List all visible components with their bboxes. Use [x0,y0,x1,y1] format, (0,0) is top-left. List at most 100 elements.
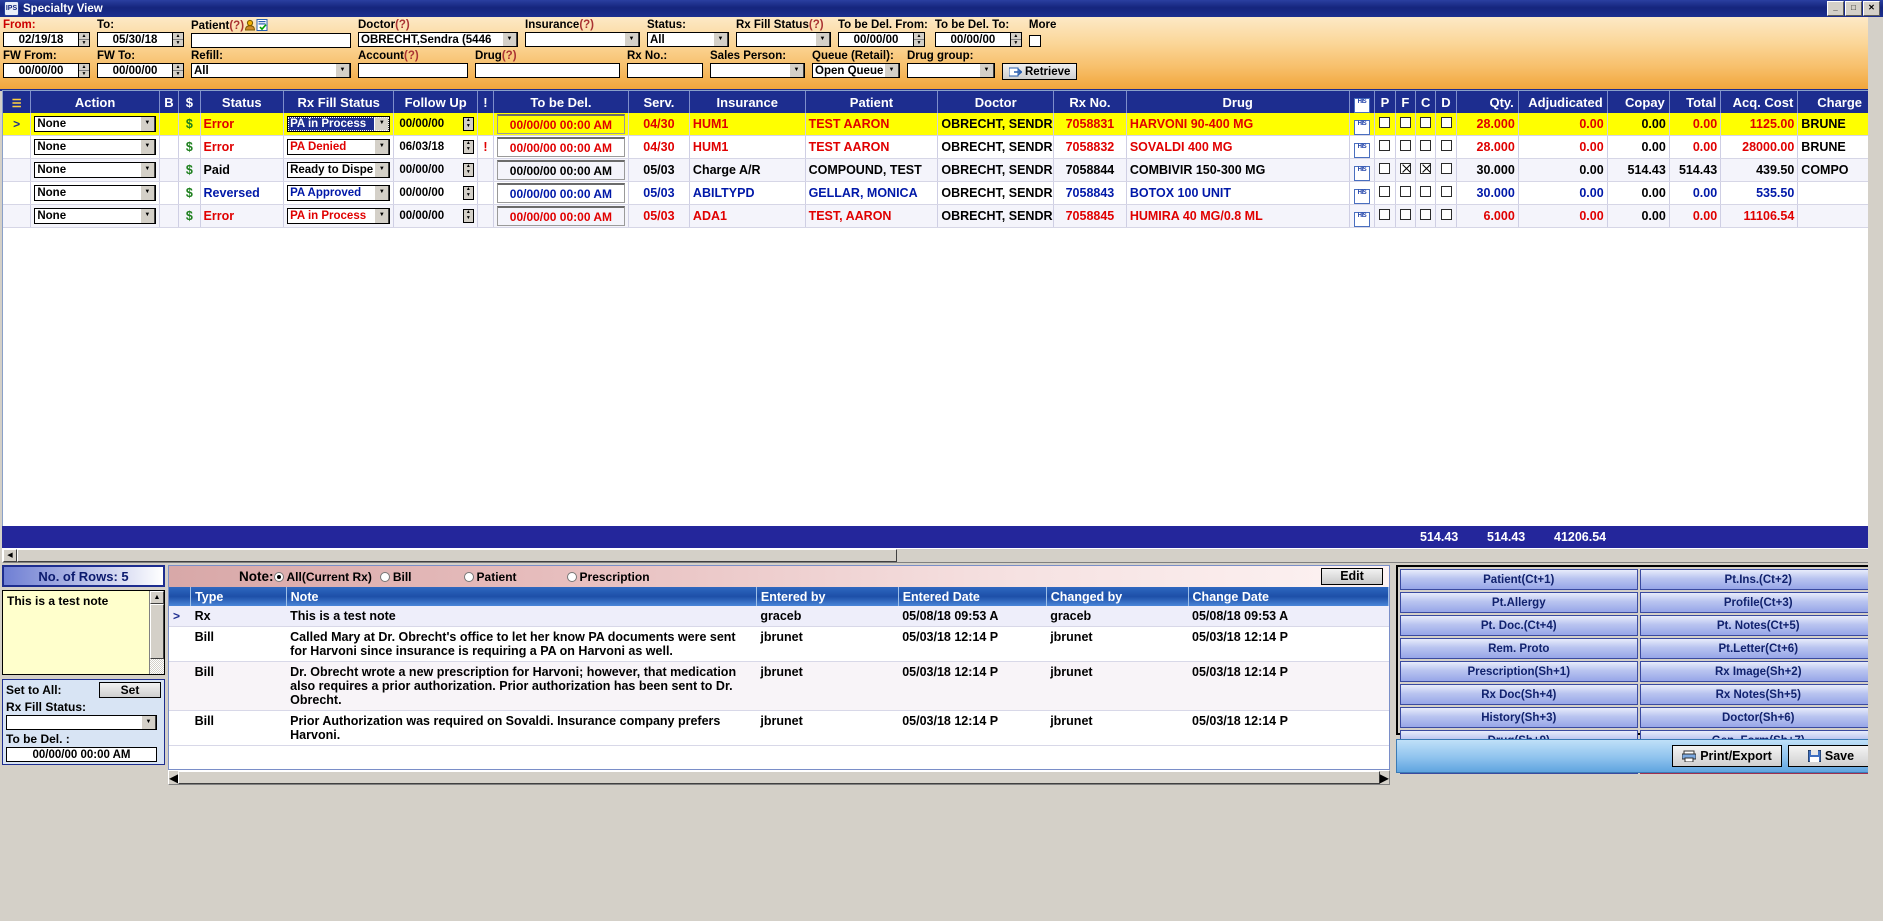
c-cell[interactable] [1415,135,1437,159]
column-header-adjudicated[interactable]: Adjudicated [1518,91,1608,113]
to-be-del-cell[interactable]: 00/00/00 00:00 AM [493,181,629,205]
function-button-patient-ct-1[interactable]: Patient(Ct+1) [1400,569,1638,590]
dollar-icon[interactable]: $ [186,117,193,131]
person-icon[interactable] [244,19,256,31]
c-cell[interactable] [1415,204,1437,228]
column-header-b[interactable]: B [159,91,180,113]
function-button-panel[interactable]: Patient(Ct+1) Pt.Ins.(Ct+2) Pt.Allergy Prof… [1396,565,1881,774]
follow-up-spinner[interactable]: 06/03/18 ▲ ▼ [397,139,474,155]
dollar-icon[interactable]: $ [186,163,193,177]
filter-control[interactable]: 00/00/00 ▲ ▼ [3,63,90,78]
combo-input[interactable]: All ▼ [191,63,351,78]
minimize-button[interactable]: _ [1827,1,1844,16]
p-checkbox[interactable] [1379,140,1391,151]
c-checkbox[interactable] [1420,163,1432,174]
filter-control[interactable]: 00/00/00 ▲ ▼ [97,63,184,78]
table-row[interactable]: > None ▼ $ Error PA in Process ▼ 00/00/00 ▲ ▼ 00/0… [3,113,1880,136]
chevron-down-icon[interactable]: ▼ [139,163,155,177]
help-icon[interactable]: (?) [809,19,824,31]
column-header-rxfill[interactable]: Rx Fill Status [283,91,395,113]
radio-icon[interactable] [463,571,474,582]
list-item[interactable]: > Rx This is a test note graceb 05/08/18 09:… [169,606,1389,627]
history-icon[interactable]: HIS [1353,119,1370,135]
c-checkbox[interactable] [1420,209,1432,220]
follow-up-spinner[interactable]: 00/00/00 ▲ ▼ [397,162,474,178]
rx-fill-status-combo[interactable]: Ready to Dispe ▼ [287,162,391,178]
p-cell[interactable] [1374,135,1396,159]
follow-up-cell[interactable]: 06/03/18 ▲ ▼ [393,135,478,159]
column-header-excl[interactable]: ! [477,91,494,113]
patient-card-icon[interactable] [256,19,268,31]
date-input[interactable]: 00/00/00 [97,63,173,78]
filter-control[interactable] [358,63,468,78]
chevron-down-icon[interactable]: ▼ [141,716,156,729]
filter-control[interactable]: All ▼ [191,63,351,78]
history-icon[interactable]: HIS [1353,165,1370,181]
radio-icon[interactable] [273,571,284,582]
d-checkbox[interactable] [1440,163,1452,174]
filter-control[interactable]: 00/00/00 ▲ ▼ [838,32,928,47]
to-be-del-cell[interactable]: 00/00/00 00:00 AM [493,204,629,228]
combo-input[interactable]: All ▼ [647,32,729,47]
follow-up-spinner[interactable]: 00/00/00 ▲ ▼ [397,185,474,201]
spinner-arrows[interactable]: ▲ ▼ [462,163,474,177]
c-cell[interactable] [1415,181,1437,205]
follow-up-cell[interactable]: 00/00/00 ▲ ▼ [393,181,478,205]
column-header-status[interactable]: Status [200,91,285,113]
column-header-mark[interactable]: ☰ [3,91,32,113]
table-row[interactable]: None ▼ $ Reversed PA Approved ▼ 00/00/00 ▲ ▼ 00/0… [3,181,1880,205]
c-checkbox[interactable] [1420,140,1432,151]
combo-input[interactable]: OBRECHT,Sendra (5446 ▼ [358,32,518,47]
note-scroll-thumb[interactable] [150,604,164,659]
help-icon[interactable]: (?) [579,19,594,31]
filter-control[interactable]: 00/00/00 ▲ ▼ [934,32,1022,47]
to-be-del-value[interactable]: 00/00/00 00:00 AM [496,114,625,134]
column-header-d[interactable]: D [1435,91,1457,113]
grid-menu-icon[interactable]: ☰ [12,98,22,110]
function-button-rem-proto[interactable]: Rem. Proto [1400,638,1638,659]
print-export-button[interactable]: Print/Export [1672,745,1782,767]
function-button-doctor-sh-6[interactable]: Doctor(Sh+6) [1639,707,1877,728]
chevron-down-icon[interactable]: ▼ [139,186,155,200]
action-combo[interactable]: None ▼ [34,116,156,132]
d-checkbox[interactable] [1440,140,1452,151]
prescription-grid[interactable]: ☰ Action B $ Status Rx Fill Status Follow Up! T… [2,90,1881,552]
notes-column-changed-by[interactable]: Changed by [1046,587,1189,606]
to-be-del-cell[interactable]: 00/00/00 00:00 AM [493,158,629,182]
dollar-cell[interactable]: $ [178,113,201,136]
history-cell[interactable]: HIS [1349,113,1376,136]
spinner-arrows[interactable]: ▲ ▼ [462,140,474,154]
filter-control[interactable]: 02/19/18 ▲ ▼ [3,32,90,47]
date-spinner[interactable]: ▲ ▼ [914,32,925,47]
chevron-down-icon[interactable]: ▼ [335,64,350,77]
filter-control[interactable]: ▼ [907,63,995,78]
chevron-down-icon[interactable]: ▼ [374,186,390,200]
note-filter-patient[interactable]: Patient [463,570,517,584]
chevron-down-icon[interactable]: ▼ [713,33,728,46]
f-cell[interactable] [1395,181,1416,205]
combo-input[interactable]: ▼ [710,63,805,78]
notes-column-note[interactable]: Note [286,587,757,606]
column-header-doctor[interactable]: Doctor [937,91,1055,113]
combo-input[interactable]: ▼ [736,32,831,47]
grid-horizontal-scrollbar[interactable]: ◀ [2,548,1881,563]
history-icon[interactable]: HIS [1353,188,1370,204]
history-cell[interactable]: HIS [1349,158,1376,182]
d-cell[interactable] [1435,113,1457,136]
history-cell[interactable]: HIS [1349,204,1376,228]
column-header-tobedel[interactable]: To be Del. [493,91,629,113]
dollar-cell[interactable]: $ [178,158,201,182]
column-header-dollar[interactable]: $ [178,91,201,113]
p-checkbox[interactable] [1379,163,1391,174]
notes-scroll-thumb[interactable] [178,771,1380,784]
scroll-up-icon[interactable]: ▲ [150,591,164,604]
text-input[interactable] [358,63,468,78]
dollar-cell[interactable]: $ [178,204,201,228]
f-checkbox[interactable] [1399,140,1411,151]
scroll-left-icon[interactable]: ◀ [3,549,17,562]
table-row[interactable]: None ▼ $ Error PA in Process ▼ 00/00/00 ▲ ▼ 00/00… [3,204,1880,228]
filter-control[interactable] [475,63,620,78]
f-checkbox[interactable] [1399,117,1411,128]
date-input[interactable]: 00/00/00 [934,32,1011,47]
follow-up-cell[interactable]: 00/00/00 ▲ ▼ [393,204,478,228]
